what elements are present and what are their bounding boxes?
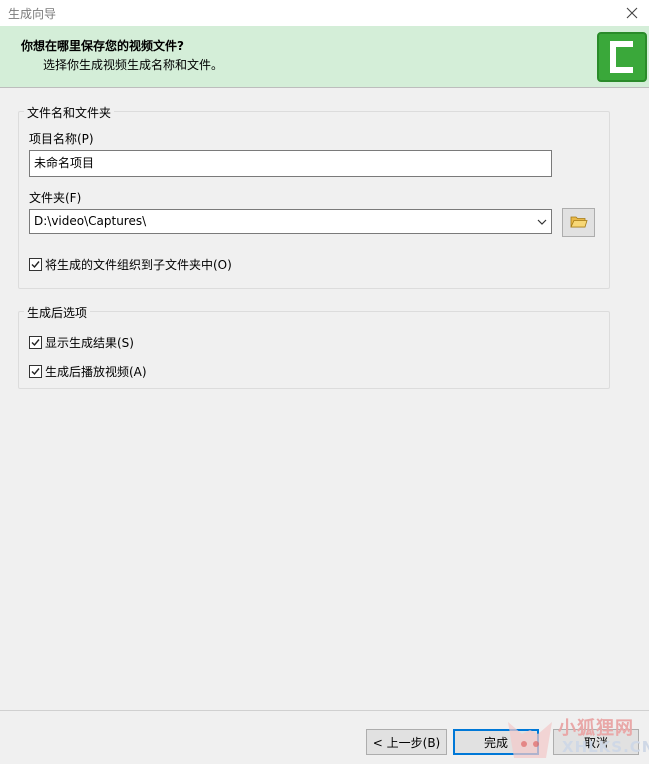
- folder-value: D:\video\Captures\: [34, 214, 147, 228]
- play-video-label: 生成后播放视频(A): [45, 365, 147, 379]
- play-video-checkbox[interactable]: 生成后播放视频(A): [29, 363, 147, 380]
- post-options-group-label: 生成后选项: [24, 304, 91, 321]
- window-title: 生成向导: [8, 7, 57, 21]
- folder-combobox[interactable]: D:\video\Captures\: [29, 209, 552, 234]
- checkbox-checked-icon[interactable]: [29, 365, 42, 378]
- browse-folder-button[interactable]: [562, 208, 595, 237]
- folder-label: 文件夹(F): [29, 191, 82, 205]
- back-button[interactable]: < 上一步(B): [366, 729, 447, 755]
- camtasia-logo-icon: [597, 32, 647, 82]
- header-subtitle: 选择你生成视频生成名称和文件。: [43, 58, 224, 72]
- watermark-url: XHLKS.CN: [562, 738, 649, 756]
- finish-button[interactable]: 完成: [453, 729, 539, 755]
- close-icon[interactable]: [615, 0, 649, 26]
- chevron-down-icon[interactable]: [536, 216, 548, 228]
- wizard-header: 你想在哪里保存您的视频文件? 选择你生成视频生成名称和文件。: [0, 26, 649, 88]
- show-results-checkbox[interactable]: 显示生成结果(S): [29, 334, 134, 351]
- organize-subfolders-label: 将生成的文件组织到子文件夹中(O): [45, 258, 232, 272]
- title-bar: 生成向导: [0, 0, 649, 26]
- folder-open-icon: [569, 214, 588, 232]
- organize-subfolders-checkbox[interactable]: 将生成的文件组织到子文件夹中(O): [29, 256, 232, 273]
- render-wizard-window: 生成向导 你想在哪里保存您的视频文件? 选择你生成视频生成名称和文件。 文件名和…: [0, 0, 649, 764]
- project-name-field[interactable]: 未命名项目: [29, 150, 552, 177]
- footer-divider: [0, 710, 649, 711]
- checkbox-checked-icon[interactable]: [29, 258, 42, 271]
- checkbox-checked-icon[interactable]: [29, 336, 42, 349]
- header-title: 你想在哪里保存您的视频文件?: [21, 39, 184, 53]
- watermark-text: 小狐狸网: [558, 718, 634, 739]
- file-group-label: 文件名和文件夹: [24, 104, 115, 121]
- project-name-label: 项目名称(P): [29, 132, 94, 146]
- show-results-label: 显示生成结果(S): [45, 336, 134, 350]
